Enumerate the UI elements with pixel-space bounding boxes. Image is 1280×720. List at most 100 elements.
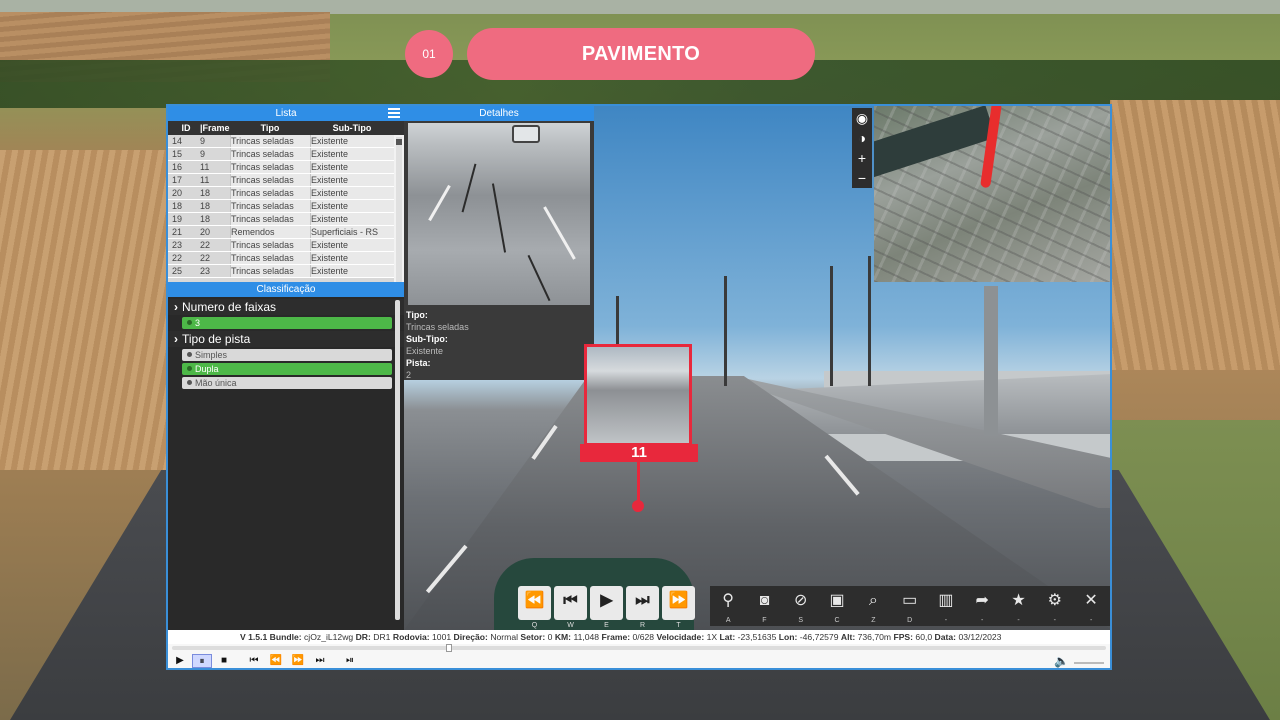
table-row[interactable]: 15 9 Trincas seladas Existente	[168, 148, 394, 161]
camera-list-button[interactable]: ▣ C	[819, 586, 855, 626]
lista-panel: Lista ID |Frame| Tipo Sub-Tipo 14 9 Trinca…	[168, 106, 404, 282]
classificacao-scrollbar[interactable]	[395, 300, 400, 620]
table-cell: Trincas seladas	[230, 161, 310, 173]
table-cell: Trincas seladas	[230, 135, 310, 147]
table-row[interactable]: 16 11 Trincas seladas Existente	[168, 161, 394, 174]
bullet-icon	[187, 366, 192, 371]
star-icon: ★	[1011, 592, 1026, 609]
play-button[interactable]: ▶ E	[590, 586, 623, 629]
table-row[interactable]: 25 23 Trincas seladas Existente	[168, 265, 394, 278]
skip-end-icon[interactable]: ⏭	[310, 654, 330, 668]
subtipo-label: Sub-Tipo:	[406, 334, 448, 344]
fps-label: FPS:	[893, 632, 914, 642]
pin-button[interactable]: ⚲ A	[710, 586, 746, 626]
classificacao-group[interactable]: › Tipo de pista	[168, 331, 404, 347]
eye-icon[interactable]: ◉	[852, 108, 872, 128]
gear-button[interactable]: ⚙ -	[1037, 586, 1073, 626]
table-row[interactable]: 14 9 Trincas seladas Existente	[168, 135, 394, 148]
power-pole	[724, 276, 727, 386]
pause-icon[interactable]: ⏸	[192, 654, 212, 668]
classificacao-option[interactable]: Dupla	[182, 363, 392, 375]
table-row[interactable]: 21 20 Remendos Superficiais - RS	[168, 226, 394, 239]
table-row[interactable]: 20 18 Trincas seladas Existente	[168, 187, 394, 200]
table-row[interactable]: 23 22 Trincas seladas Existente	[168, 239, 394, 252]
table-cell: Existente	[310, 135, 394, 147]
star-button[interactable]: ★ -	[1000, 586, 1036, 626]
stop-icon[interactable]: ■	[214, 654, 234, 668]
step-forward-icon[interactable]: ⏩	[288, 654, 308, 668]
table-row[interactable]: 19 18 Trincas seladas Existente	[168, 213, 394, 226]
volume-icon[interactable]: 🔈	[1054, 654, 1072, 668]
zoom-button[interactable]: ⌕ Z	[855, 586, 891, 626]
lat-value: -23,51635	[737, 632, 777, 642]
classificacao-group[interactable]: › Numero de faixas	[168, 299, 404, 315]
next-frame-button[interactable]: ⏭ R	[626, 586, 659, 629]
shortcut-key: Q	[531, 622, 538, 629]
share-button[interactable]: ➦ -	[964, 586, 1000, 626]
camera-button[interactable]: ◙ F	[746, 586, 782, 626]
classificacao-option[interactable]: 3	[182, 317, 392, 329]
timeline-thumb[interactable]	[446, 644, 452, 652]
classificacao-option[interactable]: Mão única	[182, 377, 392, 389]
defect-marker-box[interactable]	[584, 344, 692, 446]
table-cell: 19	[172, 214, 183, 224]
rewind-button[interactable]: ⏪ Q	[518, 586, 551, 629]
column-tipo[interactable]: Tipo	[230, 121, 310, 135]
column-frame[interactable]: |Frame|	[200, 121, 230, 135]
table-cell: Trincas seladas	[230, 265, 310, 277]
scroll-up-arrow-icon[interactable]	[396, 139, 402, 145]
menu-icon[interactable]	[388, 108, 400, 118]
shortcut-key: -	[1089, 617, 1093, 624]
zoom-in-icon[interactable]: +	[852, 148, 872, 168]
alt-value: 736,70m	[857, 632, 892, 642]
column-id[interactable]: ID	[168, 121, 200, 135]
table-row[interactable]: 22 22 Trincas seladas Existente	[168, 252, 394, 265]
group-title: Tipo de pista	[182, 332, 251, 346]
no-camera-button[interactable]: ⊘ S	[783, 586, 819, 626]
table-cell: Existente	[310, 161, 394, 173]
play-icon[interactable]: ▶	[170, 654, 190, 668]
shortcut-key: F	[762, 617, 767, 624]
option-label: Mão única	[195, 378, 237, 388]
ruler-button[interactable]: ▭ D	[891, 586, 927, 626]
lista-rows: 14 9 Trincas seladas Existente 15 9 Trincas se…	[168, 135, 394, 282]
prev-frame-button[interactable]: ⏮ W	[554, 586, 587, 629]
shortcut-key: C	[834, 617, 840, 624]
shortcut-key: -	[1053, 617, 1056, 624]
satellite-map[interactable]	[874, 106, 1110, 282]
close-icon: ✕	[1084, 592, 1098, 609]
timeline-slider[interactable]	[172, 644, 1106, 652]
detalhes-panel: Detalhes Tipo: Trincas seladas Sub-Tipo:…	[404, 106, 594, 380]
step-back-icon[interactable]: ⏪	[266, 654, 286, 668]
skip-start-icon[interactable]: ⏮	[244, 654, 264, 668]
velocidade-label: Velocidade:	[656, 632, 705, 642]
table-row[interactable]: 17 11 Trincas seladas Existente	[168, 174, 394, 187]
close-button[interactable]: ✕ -	[1073, 586, 1109, 626]
option-label: Simples	[195, 350, 228, 360]
direcao-label: Direção:	[453, 632, 488, 642]
fast-forward-button[interactable]: ⏩ T	[662, 586, 695, 629]
volume-slider[interactable]	[1074, 662, 1104, 664]
contrast-icon[interactable]: ◑	[852, 128, 872, 148]
pin-icon: ⚲	[722, 592, 734, 609]
inspection-app-window: Lista ID |Frame| Tipo Sub-Tipo 14 9 Trinca…	[166, 104, 1112, 670]
marker-pin-icon[interactable]	[632, 500, 644, 512]
bundle-label: Bundle:	[269, 632, 302, 642]
table-cell: 11	[200, 175, 210, 185]
playback-controls: ⏪ Q ⏮ W ▶ E ⏭ R ⏩ T	[518, 586, 700, 629]
camera-icon: ◙	[759, 592, 770, 609]
table-row[interactable]: 18 18 Trincas seladas Existente	[168, 200, 394, 213]
defect-marker-label[interactable]: 11	[580, 444, 698, 462]
map-button[interactable]: ▥ -	[928, 586, 964, 626]
zoom-out-icon[interactable]: −	[852, 168, 872, 188]
zoom-icon: ⌕	[868, 592, 878, 609]
classificacao-option[interactable]: Simples	[182, 349, 392, 361]
bundle-value: cjOz_iL12wg	[304, 632, 354, 642]
frame-step-icon[interactable]: ⏯	[340, 654, 360, 668]
ruler-icon: ▭	[902, 592, 918, 609]
table-cell: Existente	[310, 213, 394, 225]
lista-scrollbar[interactable]	[396, 137, 402, 282]
table-cell: 18	[200, 214, 211, 224]
km-label: KM:	[554, 632, 572, 642]
column-subtipo[interactable]: Sub-Tipo	[310, 121, 394, 135]
